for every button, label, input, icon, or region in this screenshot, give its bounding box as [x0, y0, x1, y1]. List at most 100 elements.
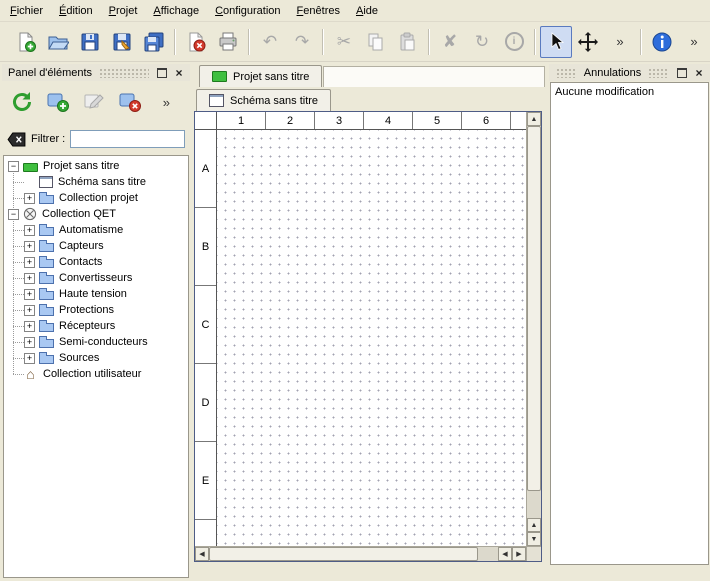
print-button[interactable]: [212, 26, 244, 58]
expand-toggle[interactable]: −: [8, 161, 19, 172]
tree-item-collection-utilisateur[interactable]: ⌂Collection utilisateur: [6, 366, 188, 382]
clear-filter-icon: [7, 132, 26, 147]
dock-drag-handle[interactable]: [648, 68, 669, 78]
reload-collection-button[interactable]: [6, 86, 37, 118]
close-document-button[interactable]: [180, 26, 212, 58]
copy-button[interactable]: [360, 26, 392, 58]
pan-mode-button[interactable]: [572, 26, 604, 58]
tree-item-collection-qet[interactable]: −Collection QET: [6, 206, 188, 222]
folder-icon: [39, 259, 54, 268]
tree-item-projet-sans-titre[interactable]: −Projet sans titre: [6, 158, 188, 174]
copy-icon: [365, 31, 387, 53]
tree-item-contacts[interactable]: +Contacts: [6, 254, 188, 270]
expand-toggle[interactable]: +: [24, 353, 35, 364]
rotate-button[interactable]: ↻: [466, 26, 498, 58]
scroll-right-button[interactable]: ▶: [512, 547, 526, 561]
select-arrow-icon: [545, 31, 567, 53]
edit-element-button[interactable]: [78, 86, 109, 118]
panel-toolbar-more-button[interactable]: »: [151, 86, 182, 118]
menu-bar: Fichier Édition Projet Affichage Configu…: [0, 0, 710, 22]
save-as-button[interactable]: [106, 26, 138, 58]
information-icon: i: [505, 32, 524, 51]
tree-item-protections[interactable]: +Protections: [6, 302, 188, 318]
select-mode-button[interactable]: [540, 26, 572, 58]
elements-tree[interactable]: −Projet sans titre Schéma sans titre +Co…: [3, 155, 189, 578]
menu-fichier[interactable]: Fichier: [2, 2, 51, 20]
tree-item-collection-projet[interactable]: +Collection projet: [6, 190, 188, 206]
expand-toggle[interactable]: +: [24, 289, 35, 300]
delete-button[interactable]: ✘: [434, 26, 466, 58]
schema-icon: [39, 176, 53, 188]
tree-item-schema-sans-titre[interactable]: Schéma sans titre: [6, 174, 188, 190]
close-icon: ×: [695, 67, 702, 79]
new-element-button[interactable]: [42, 86, 73, 118]
scroll-down-button[interactable]: ▼: [527, 532, 541, 546]
new-document-button[interactable]: [10, 26, 42, 58]
menu-aide[interactable]: Aide: [348, 2, 386, 20]
information-button[interactable]: i: [498, 26, 530, 58]
schema-view: 1 2 3 4 5 6 A B C D E: [194, 111, 542, 562]
horizontal-scroll-track[interactable]: [209, 547, 498, 561]
scroll-left-button-2[interactable]: ◀: [498, 547, 512, 561]
tree-item-semi-conducteurs[interactable]: +Semi-conducteurs: [6, 334, 188, 350]
clear-filter-button[interactable]: [7, 132, 26, 147]
tab-schema-sans-titre[interactable]: Schéma sans titre: [196, 89, 331, 111]
schema-grid-canvas[interactable]: [217, 130, 526, 546]
save-all-button[interactable]: [138, 26, 170, 58]
ruler-row-text: E: [202, 475, 209, 487]
expand-toggle[interactable]: +: [24, 225, 35, 236]
vertical-scroll-thumb[interactable]: [527, 126, 541, 491]
tree-item-automatisme[interactable]: +Automatisme: [6, 222, 188, 238]
expand-toggle[interactable]: −: [8, 209, 19, 220]
tab-projet-sans-titre[interactable]: Projet sans titre: [199, 65, 322, 87]
menu-fenetres[interactable]: Fenêtres: [289, 2, 348, 20]
toolbar-overflow-button[interactable]: »: [678, 26, 710, 58]
tree-item-recepteurs[interactable]: +Récepteurs: [6, 318, 188, 334]
expand-toggle[interactable]: +: [24, 337, 35, 348]
paste-icon: [397, 31, 419, 53]
dock-drag-handle[interactable]: [556, 68, 577, 78]
expand-toggle[interactable]: +: [24, 273, 35, 284]
menu-affichage[interactable]: Affichage: [145, 2, 207, 20]
open-document-button[interactable]: [42, 26, 74, 58]
delete-element-button[interactable]: [115, 86, 146, 118]
expand-toggle[interactable]: +: [24, 257, 35, 268]
redo-button[interactable]: ↷: [286, 26, 318, 58]
expand-toggle[interactable]: +: [24, 193, 35, 204]
menu-projet[interactable]: Projet: [101, 2, 146, 20]
project-icon: [212, 71, 227, 82]
close-icon: ×: [175, 67, 182, 79]
scroll-up-button[interactable]: ▲: [527, 112, 541, 126]
toolbar-more-button[interactable]: »: [604, 26, 636, 58]
about-button[interactable]: [646, 26, 678, 58]
scroll-left-button[interactable]: ◀: [195, 547, 209, 561]
undo-history-list[interactable]: Aucune modification: [550, 82, 709, 565]
tree-item-sources[interactable]: +Sources: [6, 350, 188, 366]
save-button[interactable]: [74, 26, 106, 58]
expand-toggle[interactable]: +: [24, 321, 35, 332]
dock-float-button[interactable]: [154, 65, 170, 81]
cut-button[interactable]: ✂: [328, 26, 360, 58]
horizontal-scrollbar[interactable]: ◀ ◀ ▶: [195, 546, 526, 561]
dock-drag-handle[interactable]: [99, 68, 149, 78]
ruler-column-label: 5: [413, 112, 462, 129]
tree-item-capteurs[interactable]: +Capteurs: [6, 238, 188, 254]
horizontal-scroll-thumb[interactable]: [209, 547, 478, 561]
paste-button[interactable]: [392, 26, 424, 58]
filter-input[interactable]: [70, 130, 185, 148]
print-icon: [217, 31, 239, 53]
tree-item-convertisseurs[interactable]: +Convertisseurs: [6, 270, 188, 286]
dock-float-button[interactable]: [674, 65, 690, 81]
vertical-scrollbar[interactable]: ▲ ▲ ▼: [526, 112, 541, 546]
undo-button[interactable]: ↶: [254, 26, 286, 58]
dock-close-button[interactable]: ×: [691, 65, 707, 81]
vertical-scroll-track[interactable]: [527, 126, 541, 518]
menu-configuration[interactable]: Configuration: [207, 2, 288, 20]
expand-toggle[interactable]: +: [24, 305, 35, 316]
tree-item-haute-tension[interactable]: +Haute tension: [6, 286, 188, 302]
scroll-up-button-2[interactable]: ▲: [527, 518, 541, 532]
menu-edition[interactable]: Édition: [51, 2, 101, 20]
expand-toggle[interactable]: +: [24, 241, 35, 252]
dock-close-button[interactable]: ×: [171, 65, 187, 81]
schema-canvas-wrap: 1 2 3 4 5 6 A B C D E: [195, 112, 526, 546]
